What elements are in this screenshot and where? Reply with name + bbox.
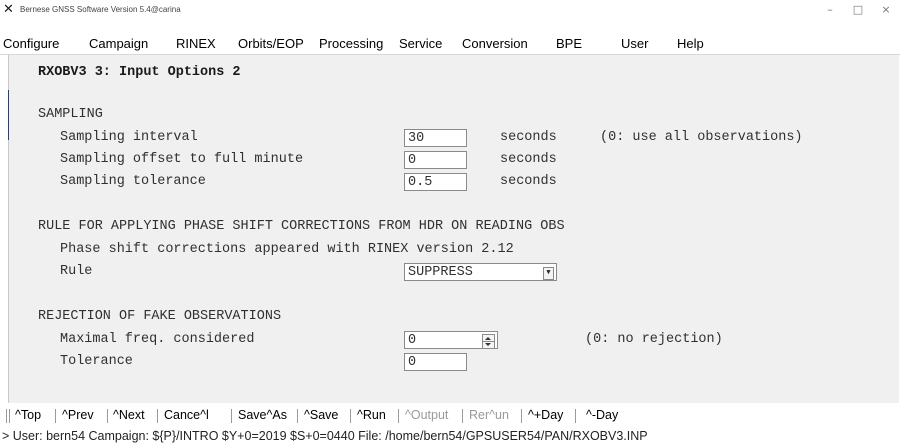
cancel-button[interactable]: Cance^l <box>164 408 209 422</box>
top-button[interactable]: ^Top <box>15 408 41 422</box>
sampling-tolerance-label: Sampling tolerance <box>60 174 206 189</box>
action-toolbar: ^Top ^Prev ^Next Cance^l Save^As ^Save ^… <box>0 406 900 426</box>
save-button[interactable]: ^Save <box>304 408 338 422</box>
status-bar: > User: bern54 Campaign: ${P}/INTRO $Y+0… <box>0 428 900 445</box>
maximize-button[interactable]: □ <box>848 2 868 18</box>
rule-label: Rule <box>60 264 93 279</box>
sampling-interval-hint: (0: use all observations) <box>600 130 803 145</box>
menu-bpe[interactable]: BPE <box>556 36 582 51</box>
phase-section-title: RULE FOR APPLYING PHASE SHIFT CORRECTION… <box>38 219 565 234</box>
sampling-tolerance-input[interactable]: 0.5 <box>404 173 467 191</box>
status-text: > User: bern54 Campaign: ${P}/INTRO $Y+0… <box>2 429 648 443</box>
sampling-offset-label: Sampling offset to full minute <box>60 152 304 167</box>
menu-orbits-eop[interactable]: Orbits/EOP <box>238 36 304 51</box>
rejection-section-title: REJECTION OF FAKE OBSERVATIONS <box>38 309 282 324</box>
spinner-arrows-icon[interactable] <box>482 334 495 349</box>
sampling-interval-input[interactable]: 30 <box>404 129 467 147</box>
rerun-button[interactable]: Rer^un <box>469 408 509 422</box>
prev-button[interactable]: ^Prev <box>62 408 94 422</box>
maxfreq-spinbox[interactable]: 0 <box>404 331 498 349</box>
sampling-tolerance-unit: seconds <box>500 174 557 189</box>
rule-dropdown[interactable]: SUPPRESS ▼ <box>404 263 557 281</box>
maxfreq-label: Maximal freq. considered <box>60 332 255 347</box>
phase-note: Phase shift corrections appeared with RI… <box>60 242 514 257</box>
sampling-interval-label: Sampling interval <box>60 130 198 145</box>
run-button[interactable]: ^Run <box>357 408 386 422</box>
panel-focus-edge <box>8 90 9 140</box>
menu-help[interactable]: Help <box>677 36 704 51</box>
title-bar: ✕ Bernese GNSS Software Version 5.4@cari… <box>0 0 900 20</box>
menu-configure[interactable]: Configure <box>3 36 59 51</box>
close-button[interactable]: × <box>876 2 896 18</box>
window-title: Bernese GNSS Software Version 5.4@carina <box>20 5 181 14</box>
menu-service[interactable]: Service <box>399 36 442 51</box>
sampling-offset-unit: seconds <box>500 152 557 167</box>
menu-campaign[interactable]: Campaign <box>89 36 148 51</box>
minus-day-button[interactable]: ^-Day <box>586 408 618 422</box>
save-as-button[interactable]: Save^As <box>238 408 287 422</box>
rejection-tolerance-label: Tolerance <box>60 354 133 369</box>
sampling-offset-input[interactable]: 0 <box>404 151 467 169</box>
chevron-down-icon[interactable]: ▼ <box>543 267 554 280</box>
menu-bar: Configure Campaign RINEX Orbits/EOP Proc… <box>0 34 900 55</box>
menu-rinex[interactable]: RINEX <box>176 36 216 51</box>
menu-user[interactable]: User <box>621 36 648 51</box>
x-logo-icon: ✕ <box>3 2 14 17</box>
toolbar-grip-icon[interactable] <box>6 409 10 423</box>
panel-heading: RXOBV3 3: Input Options 2 <box>38 65 241 80</box>
sampling-section-title: SAMPLING <box>38 107 103 122</box>
rejection-tolerance-input[interactable]: 0 <box>404 353 467 371</box>
output-button[interactable]: ^Output <box>405 408 448 422</box>
minimize-button[interactable]: – <box>820 2 840 18</box>
menu-conversion[interactable]: Conversion <box>462 36 528 51</box>
sampling-interval-unit: seconds <box>500 130 557 145</box>
menu-processing[interactable]: Processing <box>319 36 383 51</box>
maxfreq-value: 0 <box>408 333 417 348</box>
maxfreq-hint: (0: no rejection) <box>585 332 723 347</box>
next-button[interactable]: ^Next <box>113 408 145 422</box>
plus-day-button[interactable]: ^+Day <box>528 408 563 422</box>
rule-selected-value: SUPPRESS <box>408 265 473 280</box>
